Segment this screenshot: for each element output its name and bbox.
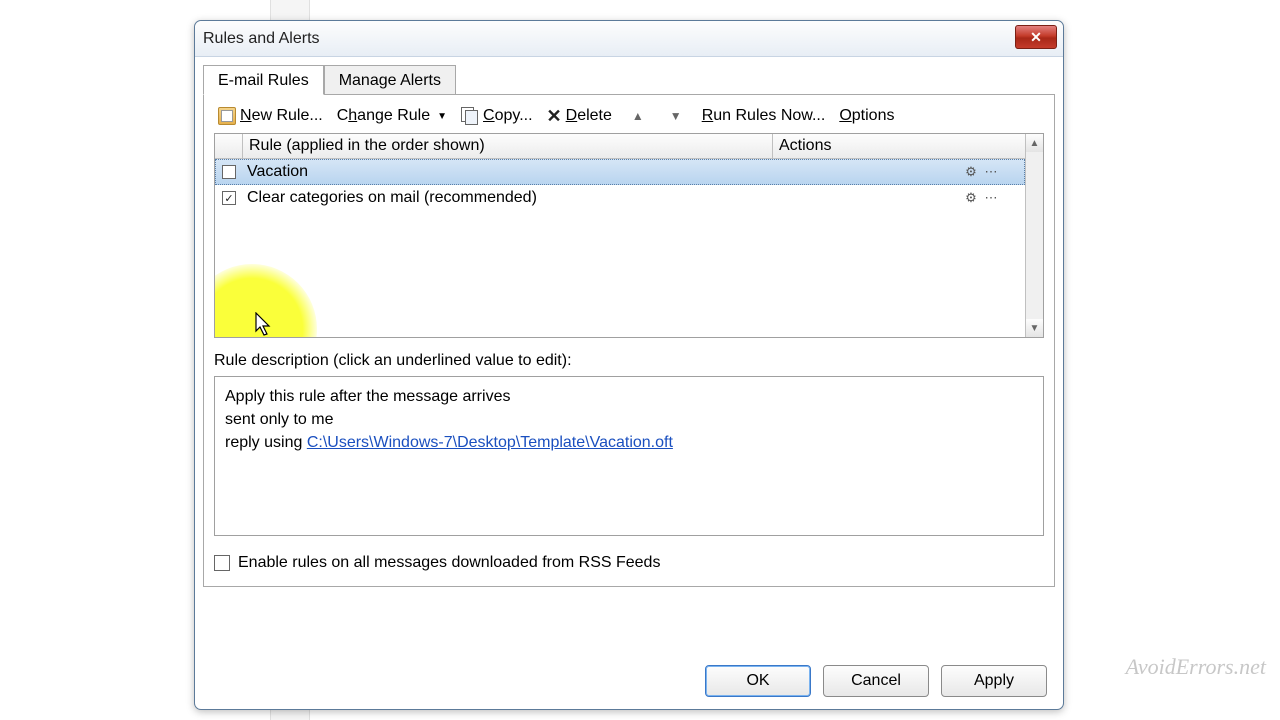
- move-down-button[interactable]: ▼: [664, 107, 688, 125]
- toolbar: New Rule... Change Rule▼ Copy... ✕ Delet…: [214, 105, 1044, 133]
- rule-checkbox[interactable]: ✓: [222, 191, 236, 205]
- delete-button[interactable]: ✕ Delete: [547, 107, 612, 125]
- cursor-icon: [255, 312, 273, 337]
- rss-label: Enable rules on all messages downloaded …: [238, 554, 660, 572]
- rule-more-icon[interactable]: ⋯: [983, 164, 999, 180]
- desc-line: reply using C:\Users\Windows-7\Desktop\T…: [225, 431, 1033, 454]
- highlight-marker: [215, 264, 317, 337]
- desc-line: Apply this rule after the message arrive…: [225, 385, 1033, 408]
- tab-label: E-mail Rules: [218, 72, 309, 89]
- rss-option-row: Enable rules on all messages downloaded …: [214, 554, 1044, 572]
- tab-strip: E-mail Rules Manage Alerts: [195, 57, 1063, 95]
- watermark: AvoidErrors.net: [1126, 654, 1266, 680]
- rule-list-header: Rule (applied in the order shown) Action…: [215, 134, 1025, 159]
- description-box: Apply this rule after the message arrive…: [214, 376, 1044, 536]
- change-rule-button[interactable]: Change Rule▼: [337, 107, 447, 125]
- options-button[interactable]: Options: [839, 107, 894, 125]
- ok-button[interactable]: OK: [705, 665, 811, 697]
- scroll-down-button[interactable]: ▼: [1026, 319, 1043, 337]
- header-actions-col[interactable]: Actions: [773, 134, 1025, 158]
- rule-list-main: Rule (applied in the order shown) Action…: [215, 134, 1025, 337]
- rule-action-icon: ⚙: [963, 190, 979, 206]
- rule-row-clear-categories[interactable]: ✓ Clear categories on mail (recommended)…: [215, 185, 1025, 211]
- run-rules-button[interactable]: Run Rules Now...: [702, 107, 826, 125]
- scroll-up-button[interactable]: ▲: [1026, 134, 1043, 152]
- rss-checkbox[interactable]: [214, 555, 230, 571]
- header-checkbox-col: [215, 134, 243, 158]
- delete-icon: ✕: [547, 107, 562, 125]
- dialog-buttons: OK Cancel Apply: [705, 665, 1047, 697]
- header-rule-col[interactable]: Rule (applied in the order shown): [243, 134, 773, 158]
- tab-label: Manage Alerts: [339, 72, 441, 89]
- rule-more-icon[interactable]: ⋯: [983, 190, 999, 206]
- move-up-button[interactable]: ▲: [626, 107, 650, 125]
- cancel-button[interactable]: Cancel: [823, 665, 929, 697]
- copy-icon: [461, 107, 479, 125]
- rule-list: Rule (applied in the order shown) Action…: [214, 133, 1044, 338]
- content-area: New Rule... Change Rule▼ Copy... ✕ Delet…: [203, 94, 1055, 587]
- tab-manage-alerts[interactable]: Manage Alerts: [324, 65, 456, 95]
- titlebar: Rules and Alerts ✕: [195, 21, 1063, 57]
- dialog-title: Rules and Alerts: [203, 30, 320, 48]
- rule-action-icon: ⚙: [963, 164, 979, 180]
- rule-checkbox[interactable]: [222, 165, 236, 179]
- rule-row-vacation[interactable]: Vacation ⚙ ⋯: [215, 159, 1025, 185]
- rule-name: Vacation: [243, 163, 773, 181]
- close-button[interactable]: ✕: [1015, 25, 1057, 49]
- template-path-link[interactable]: C:\Users\Windows-7\Desktop\Template\Vaca…: [307, 434, 673, 451]
- copy-button[interactable]: Copy...: [461, 107, 533, 125]
- rule-name: Clear categories on mail (recommended): [243, 189, 773, 207]
- description-label: Rule description (click an underlined va…: [214, 352, 1044, 370]
- desc-prefix: reply using: [225, 434, 307, 451]
- close-icon: ✕: [1030, 29, 1042, 46]
- chevron-down-icon: ▼: [437, 111, 447, 122]
- tab-email-rules[interactable]: E-mail Rules: [203, 65, 324, 95]
- rules-alerts-dialog: Rules and Alerts ✕ E-mail Rules Manage A…: [194, 20, 1064, 710]
- apply-button[interactable]: Apply: [941, 665, 1047, 697]
- scrollbar[interactable]: ▲ ▼: [1025, 134, 1043, 337]
- desc-line: sent only to me: [225, 408, 1033, 431]
- new-rule-button[interactable]: New Rule...: [218, 107, 323, 125]
- new-rule-icon: [218, 107, 236, 125]
